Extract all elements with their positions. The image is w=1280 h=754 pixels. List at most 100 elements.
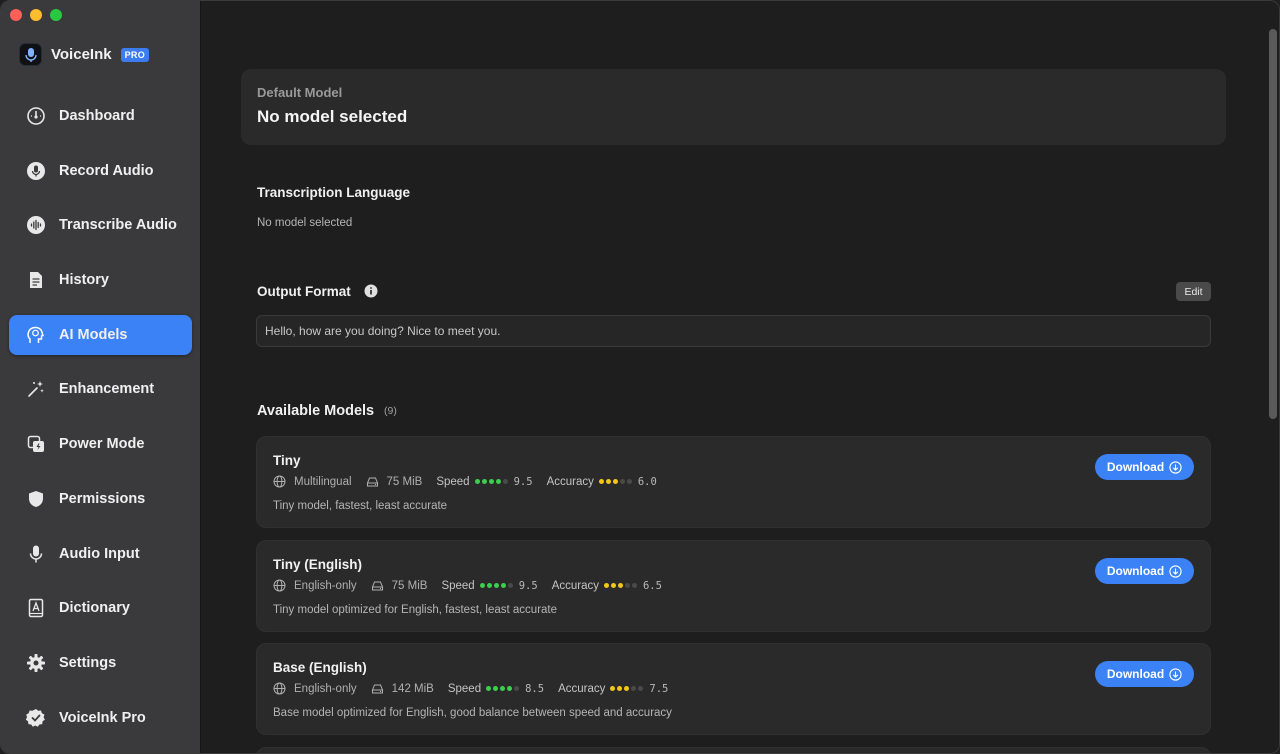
- gear-icon: [26, 653, 46, 673]
- model-language: English-only: [294, 682, 357, 695]
- default-model-value: No model selected: [257, 107, 408, 126]
- sidebar-item-record-audio[interactable]: Record Audio: [9, 151, 192, 191]
- model-meta: English-only 142 MiB Speed 8.5 Accuracy …: [273, 682, 682, 695]
- download-button[interactable]: Download: [1095, 661, 1194, 687]
- speed-rating: [479, 583, 513, 588]
- app-logo-icon: [19, 43, 42, 66]
- drive-icon: [366, 477, 378, 487]
- main-content: Default Model No model selected Transcri…: [201, 1, 1279, 753]
- sidebar-item-permissions[interactable]: Permissions: [9, 479, 192, 519]
- speed-value: 9.5: [513, 475, 533, 488]
- drive-icon: [371, 684, 383, 694]
- globe-icon: [273, 579, 286, 592]
- accuracy-value: 6.5: [642, 579, 662, 592]
- app-window: VoiceInk PRO Dashboard Record Audio Tran…: [0, 0, 1280, 754]
- sidebar-item-label: Transcribe Audio: [59, 217, 177, 234]
- download-arrow-icon: [1169, 460, 1182, 474]
- sidebar-item-history[interactable]: History: [9, 260, 192, 300]
- zoom-window-button[interactable]: [50, 9, 62, 21]
- info-icon[interactable]: [364, 284, 378, 298]
- download-label: Download: [1106, 460, 1165, 474]
- speed-rating: [474, 479, 508, 484]
- model-size: 142 MiB: [391, 682, 434, 695]
- sidebar-item-voiceink-pro[interactable]: VoiceInk Pro: [9, 698, 192, 738]
- document-icon: [26, 270, 46, 290]
- model-card-base-english: Base (English) English-only 142 MiB Spee…: [256, 643, 1211, 735]
- sidebar-item-label: VoiceInk Pro: [59, 709, 146, 726]
- download-button[interactable]: Download: [1095, 558, 1194, 584]
- brain-head-icon: [26, 325, 46, 345]
- sidebar-item-label: Dictionary: [59, 600, 130, 617]
- accuracy-label: Accuracy: [546, 475, 594, 488]
- dictionary-icon: [26, 598, 46, 618]
- globe-icon: [273, 475, 286, 488]
- accuracy-value: 7.5: [649, 682, 669, 695]
- power-mode-icon: [26, 434, 46, 454]
- checkmark-seal-icon: [26, 708, 46, 728]
- model-name: Base (English): [273, 660, 367, 675]
- sidebar-nav: Dashboard Record Audio Transcribe Audio …: [9, 96, 192, 752]
- model-language: Multilingual: [294, 475, 352, 488]
- model-description: Tiny model, fastest, least accurate: [273, 500, 448, 512]
- model-size: 75 MiB: [386, 475, 423, 488]
- model-meta: Multilingual 75 MiB Speed 9.5 Accuracy 6…: [273, 475, 671, 488]
- edit-output-format-button[interactable]: Edit: [1176, 282, 1211, 301]
- output-format-preview: Hello, how are you doing? Nice to meet y…: [256, 315, 1211, 347]
- sidebar-item-transcribe-audio[interactable]: Transcribe Audio: [9, 205, 192, 245]
- sidebar-item-enhancement[interactable]: Enhancement: [9, 369, 192, 409]
- accuracy-value: 6.0: [637, 475, 657, 488]
- sidebar-item-audio-input[interactable]: Audio Input: [9, 534, 192, 574]
- app-name: VoiceInk: [51, 46, 112, 63]
- transcription-language-title: Transcription Language: [257, 185, 411, 200]
- app-brand: VoiceInk PRO: [19, 43, 149, 66]
- model-name: Tiny (English): [273, 557, 363, 572]
- model-card-partial: [256, 747, 1211, 753]
- accuracy-label: Accuracy: [558, 682, 606, 695]
- accuracy-rating: [603, 583, 637, 588]
- model-description: Tiny model optimized for English, fastes…: [273, 604, 558, 616]
- model-meta: English-only 75 MiB Speed 9.5 Accuracy 6…: [273, 579, 676, 592]
- model-language: English-only: [294, 579, 357, 592]
- window-controls: [10, 9, 62, 21]
- minimize-window-button[interactable]: [30, 9, 42, 21]
- download-button[interactable]: Download: [1095, 454, 1194, 480]
- globe-icon: [273, 682, 286, 695]
- waveform-circle-icon: [26, 215, 46, 235]
- sidebar-item-label: Dashboard: [59, 108, 135, 124]
- sidebar-item-label: AI Models: [59, 326, 128, 343]
- model-description: Base model optimized for English, good b…: [273, 707, 672, 719]
- drive-icon: [371, 581, 383, 591]
- sidebar-item-label: History: [59, 272, 109, 289]
- sidebar: VoiceInk PRO Dashboard Record Audio Tran…: [1, 1, 201, 753]
- speed-label: Speed: [441, 579, 475, 592]
- close-window-button[interactable]: [10, 9, 22, 21]
- download-arrow-icon: [1169, 667, 1182, 681]
- sidebar-item-label: Enhancement: [59, 381, 155, 398]
- accuracy-label: Accuracy: [551, 579, 599, 592]
- sidebar-item-power-mode[interactable]: Power Mode: [9, 424, 192, 464]
- speed-rating: [486, 686, 520, 691]
- sidebar-item-label: Record Audio: [59, 162, 154, 179]
- sparkles-wand-icon: [26, 379, 46, 399]
- download-label: Download: [1106, 564, 1165, 578]
- sidebar-item-dashboard[interactable]: Dashboard: [9, 96, 192, 136]
- sidebar-item-settings[interactable]: Settings: [9, 643, 192, 683]
- sidebar-item-ai-models[interactable]: AI Models: [9, 314, 192, 355]
- gauge-icon: [26, 106, 46, 126]
- speed-value: 9.5: [518, 579, 538, 592]
- default-model-label: Default Model: [257, 85, 343, 100]
- available-models-title: Available Models: [257, 403, 375, 419]
- shield-icon: [26, 489, 46, 509]
- download-arrow-icon: [1169, 564, 1182, 578]
- download-label: Download: [1106, 667, 1165, 681]
- speed-value: 8.5: [525, 682, 545, 695]
- scrollbar[interactable]: [1269, 29, 1277, 419]
- model-card-tiny: Tiny Multilingual 75 MiB Speed 9.5 Accur…: [256, 436, 1211, 528]
- pro-badge: PRO: [120, 47, 149, 62]
- available-models-count: (9): [384, 405, 397, 417]
- model-size: 75 MiB: [391, 579, 428, 592]
- accuracy-rating: [610, 686, 644, 691]
- sidebar-item-dictionary[interactable]: Dictionary: [9, 588, 192, 628]
- sidebar-item-label: Audio Input: [59, 545, 140, 562]
- model-card-tiny-english: Tiny (English) English-only 75 MiB Speed…: [256, 540, 1211, 632]
